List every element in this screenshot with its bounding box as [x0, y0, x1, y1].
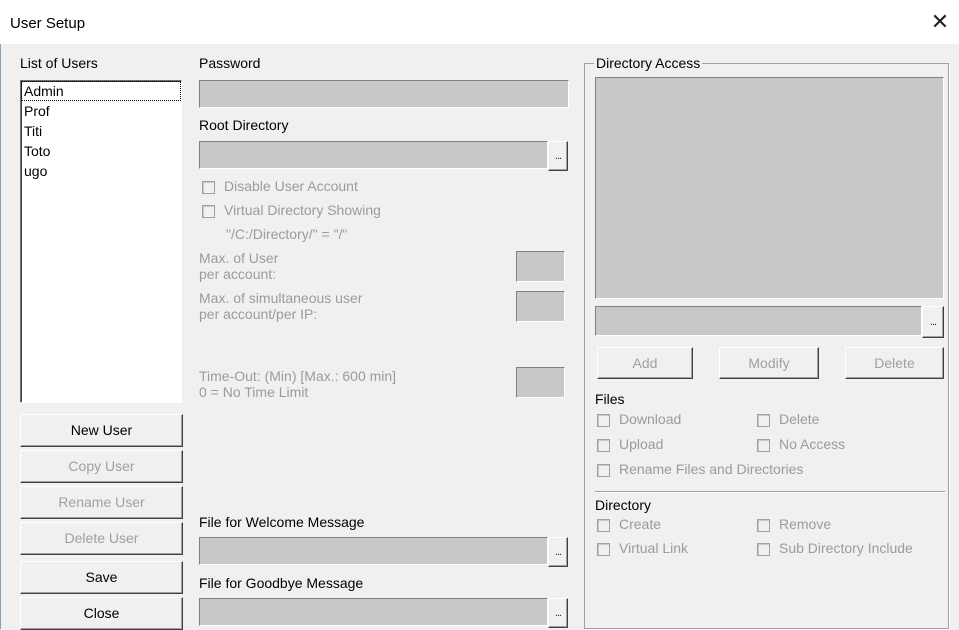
max-simultaneous-field[interactable]: [516, 291, 565, 322]
virtual-directory-label: Virtual Directory Showing: [224, 202, 381, 218]
list-of-users-label: List of Users: [20, 55, 98, 71]
sub-directory-include-checkbox[interactable]: [757, 543, 770, 556]
user-item-toto[interactable]: Toto: [21, 141, 181, 161]
virtual-directory-checkbox[interactable]: [202, 205, 215, 218]
remove-label: Remove: [779, 516, 832, 532]
directory-path-field[interactable]: [595, 306, 922, 336]
window-title: User Setup: [10, 15, 86, 32]
disable-account-label: Disable User Account: [224, 178, 358, 194]
remove-checkbox[interactable]: [757, 519, 770, 532]
password-field[interactable]: [199, 80, 569, 108]
timeout-label-1: Time-Out: (Min) [Max.: 600 min]: [199, 368, 397, 384]
timeout-field[interactable]: [516, 367, 565, 398]
rename-checkbox[interactable]: [597, 464, 610, 477]
file-delete-checkbox[interactable]: [757, 414, 770, 427]
title-bar: [0, 0, 959, 44]
virtual-directory-example: "/C:/Directory/" = "/": [226, 226, 348, 242]
directory-access-list[interactable]: [595, 77, 944, 299]
download-label: Download: [619, 411, 682, 427]
close-icon[interactable]: ✕: [929, 11, 951, 34]
user-item-ugo[interactable]: ugo: [21, 161, 181, 181]
welcome-message-label: File for Welcome Message: [199, 514, 365, 530]
no-access-label: No Access: [779, 436, 846, 452]
rename-label: Rename Files and Directories: [619, 461, 804, 477]
root-directory-browse-button[interactable]: ...: [548, 141, 568, 171]
goodbye-message-browse-button[interactable]: ...: [548, 598, 568, 628]
goodbye-message-label: File for Goodbye Message: [199, 575, 364, 591]
password-label: Password: [199, 55, 261, 71]
modify-directory-button[interactable]: Modify: [719, 347, 819, 379]
new-user-button[interactable]: New User: [20, 414, 183, 447]
timeout-label-2: 0 = No Time Limit: [199, 384, 309, 400]
copy-user-button[interactable]: Copy User: [20, 450, 183, 483]
rename-user-button[interactable]: Rename User: [20, 486, 183, 519]
disable-account-checkbox[interactable]: [202, 181, 215, 194]
directory-label: Directory: [595, 497, 652, 513]
virtual-link-label: Virtual Link: [619, 540, 689, 556]
delete-directory-button[interactable]: Delete: [845, 347, 944, 379]
users-listbox[interactable]: Admin Prof Titi Toto ugo: [20, 80, 182, 403]
max-user-field[interactable]: [516, 251, 565, 282]
save-button[interactable]: Save: [20, 561, 183, 594]
upload-label: Upload: [619, 436, 664, 452]
goodbye-message-field[interactable]: [199, 598, 548, 626]
delete-user-button[interactable]: Delete User: [20, 522, 183, 555]
files-label: Files: [595, 391, 625, 407]
user-item-admin[interactable]: Admin: [21, 81, 181, 101]
upload-checkbox[interactable]: [597, 439, 610, 452]
max-user-label-1: Max. of User: [199, 250, 279, 266]
download-checkbox[interactable]: [597, 414, 610, 427]
directory-path-browse-button[interactable]: ...: [922, 306, 944, 338]
create-label: Create: [619, 516, 662, 532]
create-checkbox[interactable]: [597, 519, 610, 532]
max-user-label-2: per account:: [199, 266, 277, 282]
window-border: [0, 44, 1, 629]
no-access-checkbox[interactable]: [757, 439, 770, 452]
directory-access-title: Directory Access: [594, 55, 703, 71]
root-directory-label: Root Directory: [199, 117, 289, 133]
max-simultaneous-label-1: Max. of simultaneous user: [199, 290, 363, 306]
welcome-message-browse-button[interactable]: ...: [548, 537, 568, 567]
user-item-titi[interactable]: Titi: [21, 121, 181, 141]
welcome-message-field[interactable]: [199, 537, 548, 565]
add-directory-button[interactable]: Add: [597, 347, 693, 379]
max-simultaneous-label-2: per account/per IP:: [199, 306, 318, 322]
sub-directory-include-label: Sub Directory Include: [779, 540, 913, 556]
file-delete-label: Delete: [779, 411, 820, 427]
root-directory-field[interactable]: [199, 141, 548, 169]
separator: [595, 491, 945, 493]
close-button[interactable]: Close: [20, 597, 183, 630]
virtual-link-checkbox[interactable]: [597, 543, 610, 556]
user-item-prof[interactable]: Prof: [21, 101, 181, 121]
